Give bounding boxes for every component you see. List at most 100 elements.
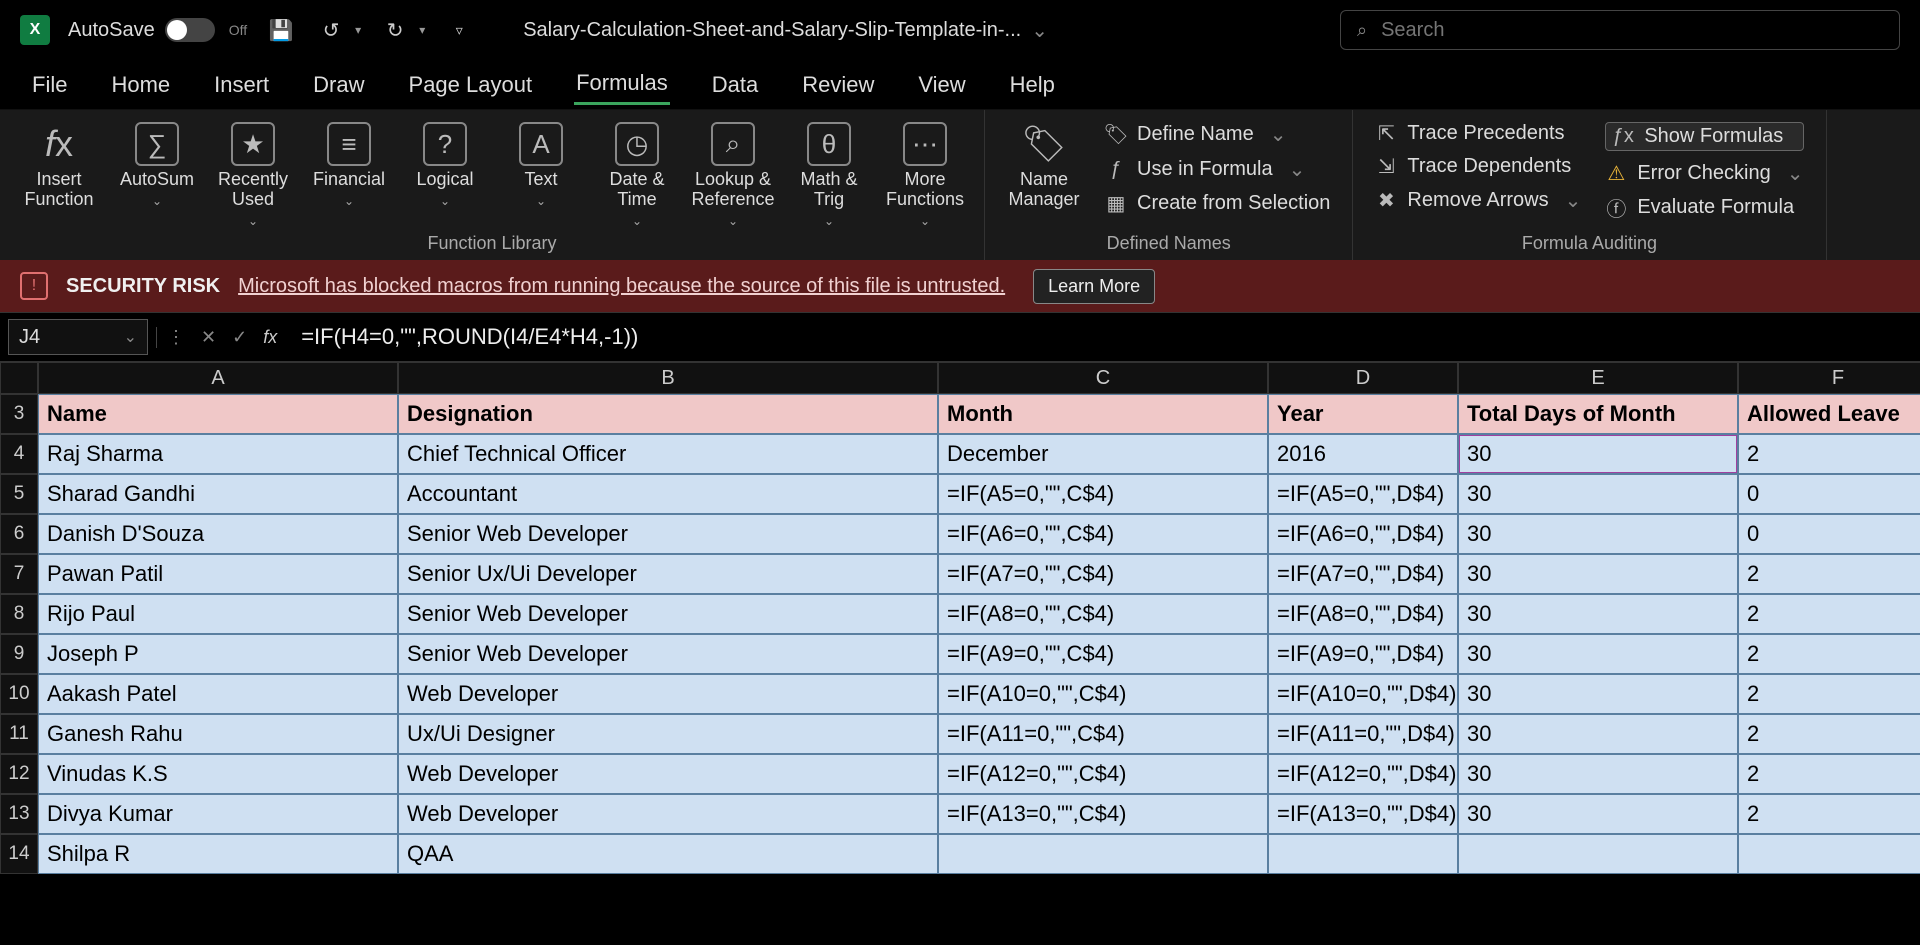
cell-D4[interactable]: 2016 xyxy=(1268,434,1458,474)
row-header-7[interactable]: 7 xyxy=(0,554,38,594)
row-header-13[interactable]: 13 xyxy=(0,794,38,834)
row-header-6[interactable]: 6 xyxy=(0,514,38,554)
math-trig-button[interactable]: θMath &Trig⌄ xyxy=(784,118,874,228)
row-header-10[interactable]: 10 xyxy=(0,674,38,714)
cell-D6[interactable]: =IF(A6=0,"",D$4) xyxy=(1268,514,1458,554)
cell-D3[interactable]: Year xyxy=(1268,394,1458,434)
tab-draw[interactable]: Draw xyxy=(311,66,366,104)
cell-A4[interactable]: Raj Sharma xyxy=(38,434,398,474)
enter-icon[interactable]: ✓ xyxy=(232,327,247,348)
autosum-button[interactable]: ∑AutoSum⌄ xyxy=(112,118,202,228)
cell-B3[interactable]: Designation xyxy=(398,394,938,434)
chevron-down-icon[interactable]: ⌄ xyxy=(440,194,450,208)
cell-A11[interactable]: Ganesh Rahu xyxy=(38,714,398,754)
tab-view[interactable]: View xyxy=(916,66,967,104)
cell-D12[interactable]: =IF(A12=0,"",D$4) xyxy=(1268,754,1458,794)
row-header-12[interactable]: 12 xyxy=(0,754,38,794)
evaluate-formula-button[interactable]: ⓕEvaluate Formula xyxy=(1605,196,1803,219)
cell-E6[interactable]: 30 xyxy=(1458,514,1738,554)
tab-help[interactable]: Help xyxy=(1008,66,1057,104)
row-header-8[interactable]: 8 xyxy=(0,594,38,634)
toggle-switch[interactable] xyxy=(165,18,215,42)
cell-D5[interactable]: =IF(A5=0,"",D$4) xyxy=(1268,474,1458,514)
row-header-5[interactable]: 5 xyxy=(0,474,38,514)
column-header-C[interactable]: C xyxy=(938,362,1268,394)
create-from-selection-button[interactable]: ▦Create from Selection xyxy=(1105,192,1330,215)
qat-overflow-icon[interactable]: ▿ xyxy=(443,14,475,46)
tab-data[interactable]: Data xyxy=(710,66,760,104)
cell-F14[interactable] xyxy=(1738,834,1920,874)
cell-D9[interactable]: =IF(A9=0,"",D$4) xyxy=(1268,634,1458,674)
cell-F4[interactable]: 2 xyxy=(1738,434,1920,474)
redo-dropdown[interactable]: ▾ xyxy=(419,23,425,37)
fx-icon[interactable]: fx xyxy=(263,327,277,348)
cell-F9[interactable]: 2 xyxy=(1738,634,1920,674)
cell-C13[interactable]: =IF(A13=0,"",C$4) xyxy=(938,794,1268,834)
cell-C8[interactable]: =IF(A8=0,"",C$4) xyxy=(938,594,1268,634)
cell-A10[interactable]: Aakash Patel xyxy=(38,674,398,714)
cell-A8[interactable]: Rijo Paul xyxy=(38,594,398,634)
column-header-A[interactable]: A xyxy=(38,362,398,394)
cell-C9[interactable]: =IF(A9=0,"",C$4) xyxy=(938,634,1268,674)
cell-C7[interactable]: =IF(A7=0,"",C$4) xyxy=(938,554,1268,594)
cell-F5[interactable]: 0 xyxy=(1738,474,1920,514)
cell-C6[interactable]: =IF(A6=0,"",C$4) xyxy=(938,514,1268,554)
tab-page-layout[interactable]: Page Layout xyxy=(407,66,535,104)
row-header-11[interactable]: 11 xyxy=(0,714,38,754)
search-input[interactable] xyxy=(1381,19,1883,42)
cell-C3[interactable]: Month xyxy=(938,394,1268,434)
row-header-9[interactable]: 9 xyxy=(0,634,38,674)
tab-review[interactable]: Review xyxy=(800,66,876,104)
show-formulas-button[interactable]: ƒxShow Formulas xyxy=(1605,122,1803,151)
text-button[interactable]: AText⌄ xyxy=(496,118,586,228)
document-title[interactable]: Salary-Calculation-Sheet-and-Salary-Slip… xyxy=(523,18,1048,43)
logical-button[interactable]: ?Logical⌄ xyxy=(400,118,490,228)
cell-A6[interactable]: Danish D'Souza xyxy=(38,514,398,554)
chevron-down-icon[interactable]: ⌄ xyxy=(1289,157,1306,182)
date-time-button[interactable]: ◷Date &Time⌄ xyxy=(592,118,682,228)
cell-C4[interactable]: December xyxy=(938,434,1268,474)
cell-A12[interactable]: Vinudas K.S xyxy=(38,754,398,794)
cell-A14[interactable]: Shilpa R xyxy=(38,834,398,874)
cell-F10[interactable]: 2 xyxy=(1738,674,1920,714)
undo-dropdown[interactable]: ▾ xyxy=(355,23,361,37)
cell-E10[interactable]: 30 xyxy=(1458,674,1738,714)
name-box[interactable]: J4 ⌄ xyxy=(8,319,148,355)
cell-C5[interactable]: =IF(A5=0,"",C$4) xyxy=(938,474,1268,514)
cell-A13[interactable]: Divya Kumar xyxy=(38,794,398,834)
remove-arrows-button[interactable]: ✖Remove Arrows⌄ xyxy=(1375,188,1581,213)
cell-B11[interactable]: Ux/Ui Designer xyxy=(398,714,938,754)
cell-B10[interactable]: Web Developer xyxy=(398,674,938,714)
formula-input[interactable]: =IF(H4=0,"",ROUND(I4/E4*H4,-1)) xyxy=(287,324,1920,350)
cell-E7[interactable]: 30 xyxy=(1458,554,1738,594)
chevron-down-icon[interactable]: ⌄ xyxy=(248,214,258,228)
cell-C10[interactable]: =IF(A10=0,"",C$4) xyxy=(938,674,1268,714)
row-header-14[interactable]: 14 xyxy=(0,834,38,874)
cell-E8[interactable]: 30 xyxy=(1458,594,1738,634)
cell-B7[interactable]: Senior Ux/Ui Developer xyxy=(398,554,938,594)
cell-B9[interactable]: Senior Web Developer xyxy=(398,634,938,674)
recently-used-button[interactable]: ★RecentlyUsed⌄ xyxy=(208,118,298,228)
security-message[interactable]: Microsoft has blocked macros from runnin… xyxy=(238,275,1005,298)
cell-B4[interactable]: Chief Technical Officer xyxy=(398,434,938,474)
row-header-3[interactable]: 3 xyxy=(0,394,38,434)
cell-C12[interactable]: =IF(A12=0,"",C$4) xyxy=(938,754,1268,794)
cell-F13[interactable]: 2 xyxy=(1738,794,1920,834)
financial-button[interactable]: ≡Financial⌄ xyxy=(304,118,394,228)
cell-E9[interactable]: 30 xyxy=(1458,634,1738,674)
cell-B14[interactable]: QAA xyxy=(398,834,938,874)
cell-E11[interactable]: 30 xyxy=(1458,714,1738,754)
cell-F3[interactable]: Allowed Leave xyxy=(1738,394,1920,434)
column-header-B[interactable]: B xyxy=(398,362,938,394)
chevron-down-icon[interactable]: ⌄ xyxy=(124,327,137,347)
insert-function-button[interactable]: fx Insert Function xyxy=(14,118,104,210)
cell-F6[interactable]: 0 xyxy=(1738,514,1920,554)
column-header-E[interactable]: E xyxy=(1458,362,1738,394)
cell-A3[interactable]: Name xyxy=(38,394,398,434)
cell-E13[interactable]: 30 xyxy=(1458,794,1738,834)
chevron-down-icon[interactable]: ⌄ xyxy=(152,194,162,208)
redo-icon[interactable]: ↻ xyxy=(379,14,411,46)
chevron-down-icon[interactable]: ⌄ xyxy=(344,194,354,208)
cell-D14[interactable] xyxy=(1268,834,1458,874)
cell-A5[interactable]: Sharad Gandhi xyxy=(38,474,398,514)
